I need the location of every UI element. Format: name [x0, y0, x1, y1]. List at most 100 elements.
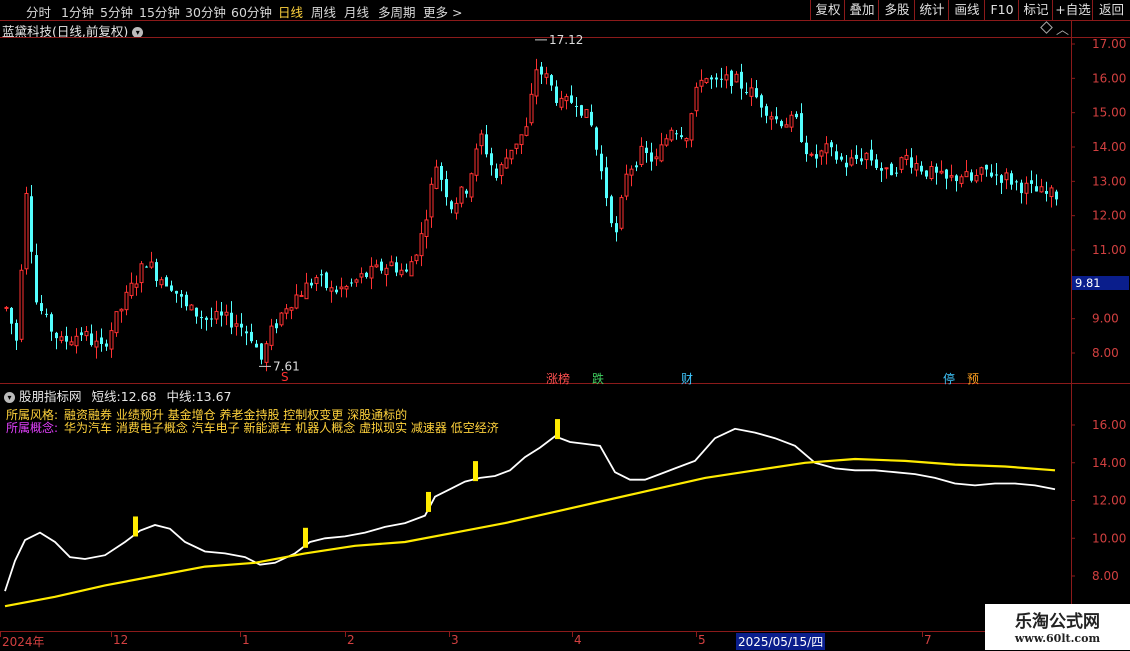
candle-body — [294, 294, 299, 309]
candle-body — [970, 172, 973, 181]
candle-body — [159, 279, 164, 286]
candle-body — [949, 175, 954, 178]
indicator-name: 股朋指标网 — [19, 389, 82, 404]
candle-body — [864, 152, 869, 161]
mid-line-series — [4, 457, 1056, 608]
candle-body — [325, 272, 328, 288]
candle-body — [224, 311, 229, 316]
short-value: 12.68 — [120, 389, 157, 404]
candle-body — [749, 87, 754, 97]
event-tag[interactable]: 跌 — [591, 370, 605, 387]
y-tick-label: 8.00 — [1092, 346, 1119, 360]
candle-body — [310, 282, 313, 286]
candle-body — [134, 283, 139, 288]
candle-body — [544, 73, 549, 78]
event-tag[interactable]: 停 — [942, 370, 956, 387]
candle-body — [369, 265, 374, 279]
candle-body — [745, 92, 748, 94]
candle-body — [454, 202, 459, 214]
candle-body — [1035, 186, 1038, 192]
candle-body — [819, 150, 824, 157]
candle-body — [230, 312, 233, 328]
candle-body — [974, 174, 979, 182]
candle-body — [19, 269, 24, 340]
chevron-down-icon[interactable]: ▾ — [4, 392, 15, 403]
candle-body — [654, 156, 659, 160]
candle-body — [564, 96, 569, 102]
candle-body — [384, 267, 389, 276]
candle-body — [335, 289, 338, 293]
candle-body — [575, 105, 578, 107]
candle-body — [659, 144, 664, 162]
candle-body — [765, 106, 768, 116]
candle-body — [1055, 191, 1058, 200]
candle-body — [429, 183, 434, 218]
candle-body — [299, 294, 304, 297]
date-label: 2 — [347, 633, 355, 647]
candle-body — [165, 277, 168, 287]
candle-body — [784, 124, 789, 128]
candle-body — [619, 197, 624, 229]
y-tick-label: 13.00 — [1092, 174, 1126, 188]
watermark-name: 乐淘公式网 — [1015, 612, 1100, 632]
event-tag[interactable]: 财 — [680, 370, 694, 387]
event-tag[interactable]: S — [280, 370, 290, 384]
candle-body — [50, 314, 53, 332]
candle-body — [105, 343, 108, 347]
candle-body — [635, 165, 638, 168]
watermark-url: www.60lt.com — [1014, 632, 1101, 645]
candle-body — [559, 97, 564, 108]
candle-body — [35, 255, 38, 303]
candle-body — [720, 78, 723, 80]
candle-body — [540, 66, 543, 75]
event-tag[interactable]: 预 — [966, 370, 980, 387]
date-label: 1 — [242, 633, 250, 647]
candle-body — [910, 157, 913, 168]
candle-body — [730, 70, 733, 86]
candle-body — [914, 162, 919, 171]
candle-body — [1039, 186, 1044, 193]
candle-body — [840, 156, 843, 160]
candle-body — [990, 172, 993, 177]
candle-body — [469, 173, 474, 198]
watermark: 乐淘公式网 www.60lt.com — [985, 604, 1130, 650]
candle-body — [815, 154, 818, 159]
candle-body — [875, 159, 878, 168]
main-chart: 8.00 9.00 10.00 11.00 12.00 13.00 14.00 15.00 16… — [0, 20, 1130, 631]
signal-bar — [473, 461, 478, 482]
candle-body — [1015, 181, 1018, 183]
candle-body — [610, 196, 613, 224]
candle-body — [155, 262, 158, 281]
candle-body — [499, 164, 504, 177]
y-tick-label: 9.00 — [1092, 312, 1119, 326]
candle-body — [835, 151, 838, 160]
candle-body — [139, 263, 144, 284]
candle-body — [409, 261, 414, 277]
candle-body — [689, 113, 694, 141]
date-tick — [111, 632, 112, 637]
candle-body — [40, 303, 43, 312]
candle-body — [855, 154, 858, 159]
candle-body — [920, 165, 923, 172]
candle-body — [550, 75, 553, 86]
candle-body — [260, 343, 263, 360]
candle-body — [925, 170, 928, 177]
event-tag[interactable]: 涨榜 — [545, 370, 571, 387]
candle-body — [1020, 182, 1023, 194]
candle-body — [465, 190, 468, 194]
candle-body — [170, 285, 173, 291]
candle-body — [320, 274, 323, 276]
candle-body — [699, 79, 704, 87]
candle-body — [119, 308, 124, 312]
candle-body — [845, 162, 848, 168]
candle-body — [555, 86, 558, 103]
candle-body — [255, 343, 258, 348]
candle-body — [414, 254, 419, 262]
candle-body — [955, 175, 958, 182]
candle-body — [509, 149, 514, 160]
candle-body — [210, 318, 213, 320]
candle-body — [284, 308, 289, 314]
concept-line: 所属概念: 华为汽车 消费电子概念 汽车电子 新能源车 机器人概念 虚拟现实 减速… — [6, 419, 499, 436]
candle-body — [964, 171, 969, 178]
y-tick-label: 14.00 — [1092, 140, 1126, 154]
